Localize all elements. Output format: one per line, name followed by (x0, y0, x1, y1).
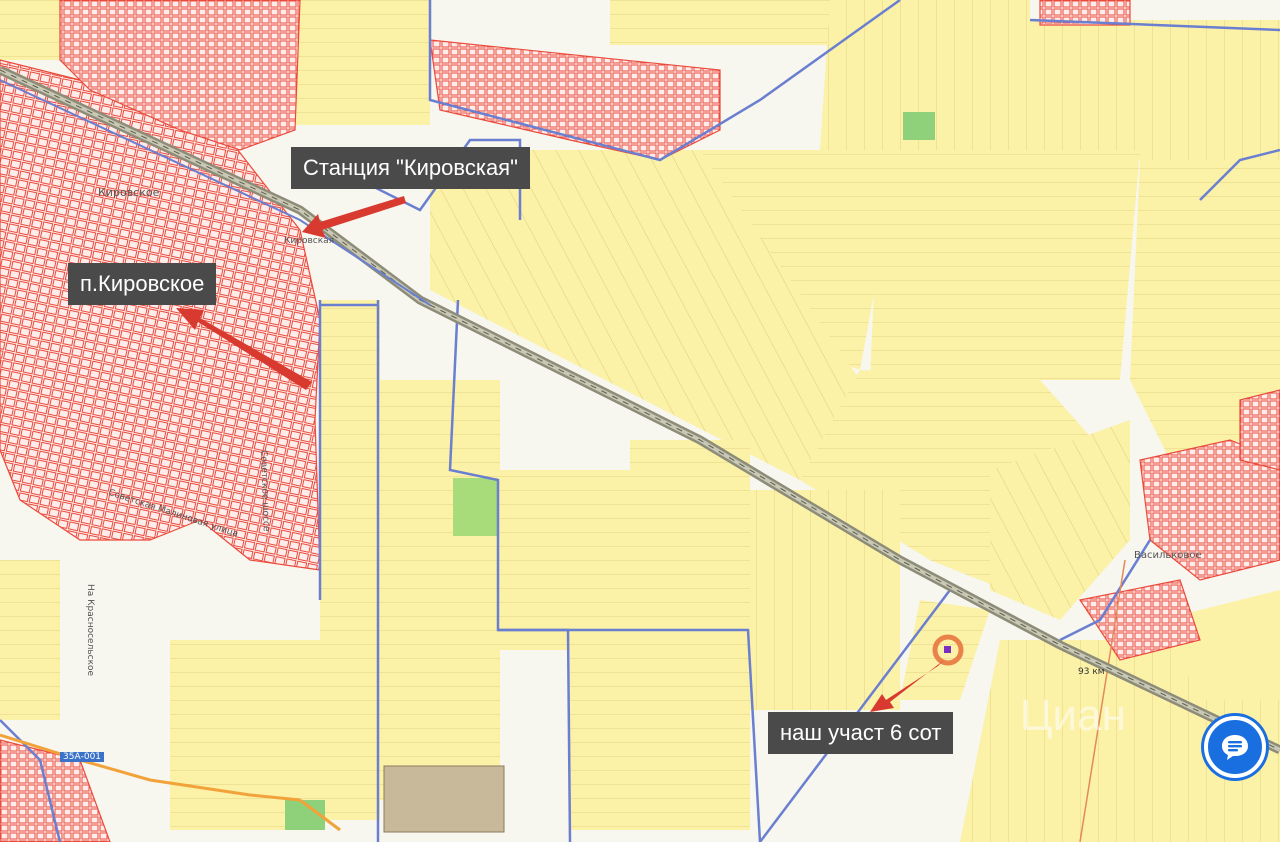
chat-icon (1222, 735, 1248, 760)
callout-plot: наш участ 6 сот (768, 712, 954, 754)
map-canvas: Циан (0, 0, 1280, 842)
callout-village: п.Кировское (68, 263, 217, 305)
brown-parcel (383, 765, 505, 833)
chat-button[interactable] (1204, 716, 1266, 778)
callout-station: Станция "Кировская" (291, 147, 530, 189)
cadastral-map[interactable]: Циан Кировское Кировская Васильковое 93 … (0, 0, 1280, 842)
label-road-code: 35А-001 (60, 752, 105, 762)
label-km-mark: 93 км (1078, 667, 1105, 677)
label-road-krasnoselskoe: На Красносельское (85, 584, 95, 677)
label-vasilkovoe: Васильковое (1134, 550, 1202, 561)
label-station-small: Кировская (284, 236, 335, 246)
watermark: Циан (1020, 691, 1126, 740)
label-kirovskoe: Кировское (98, 186, 160, 199)
